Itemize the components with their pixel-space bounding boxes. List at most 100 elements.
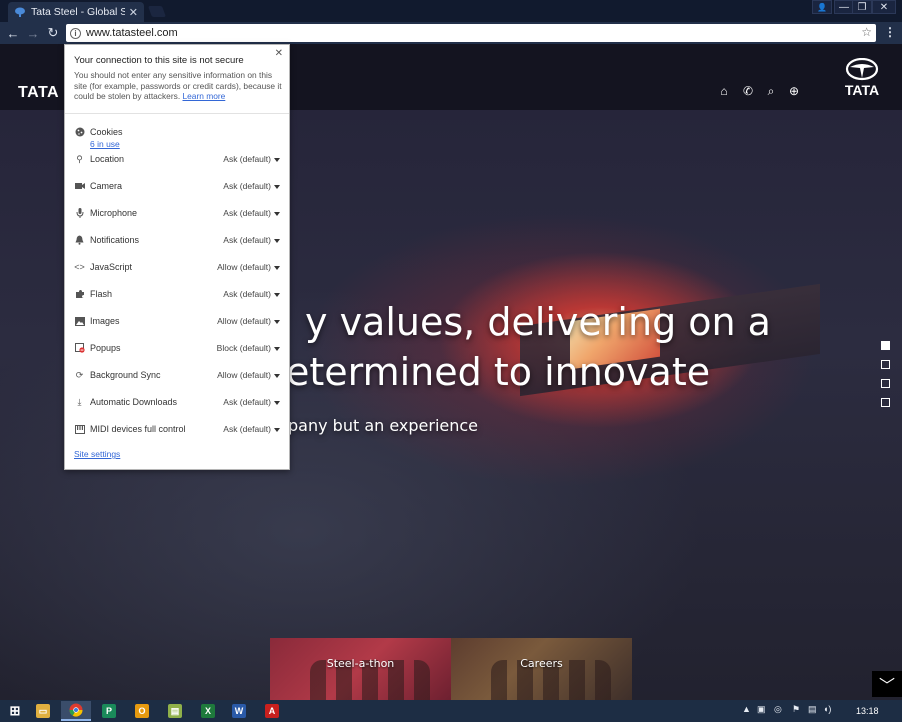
slide-dot-1[interactable] xyxy=(881,341,890,350)
back-button[interactable]: ← xyxy=(5,25,21,41)
reload-button[interactable]: ↻ xyxy=(45,25,61,41)
permission-row-javascript: <> JavaScript Allow (default) xyxy=(74,260,280,274)
cookies-in-use-link[interactable]: 6 in use xyxy=(90,139,120,149)
file-explorer-icon: ▭ xyxy=(36,704,50,718)
permission-row-camera: Camera Ask (default) xyxy=(74,179,280,193)
scroll-down-chevron-icon[interactable]: ﹀ xyxy=(872,671,902,697)
popup-blocked-icon xyxy=(74,343,85,354)
slide-dot-3[interactable] xyxy=(881,379,890,388)
chrome-menu-icon[interactable]: ⋮ xyxy=(884,25,896,39)
cookies-row: Cookies xyxy=(74,125,280,139)
tata-t-emblem-icon xyxy=(845,57,879,81)
site-info-icon[interactable]: i xyxy=(70,27,81,39)
download-icon: ⤓ xyxy=(77,396,82,407)
tray-flag-icon[interactable]: ⚑ xyxy=(792,704,800,715)
learn-more-link[interactable]: Learn more xyxy=(182,91,225,101)
permission-dropdown[interactable]: Allow (default) xyxy=(217,262,280,272)
popup-title: Your connection to this site is not secu… xyxy=(74,55,244,66)
careers-tile[interactable]: Careers xyxy=(451,638,632,700)
dropdown-caret-icon xyxy=(274,400,280,405)
taskbar-app-publisher[interactable]: P xyxy=(94,701,124,721)
tray-chrome-icon[interactable]: ◎ xyxy=(774,704,782,715)
taskbar-app-word[interactable]: W xyxy=(224,701,254,721)
taskbar-app-pdf[interactable]: A xyxy=(257,701,287,721)
windows-logo-icon: ⊞ xyxy=(9,703,21,718)
permission-dropdown[interactable]: Ask (default) xyxy=(223,208,280,218)
bell-icon xyxy=(74,235,85,246)
permission-dropdown[interactable]: Ask (default) xyxy=(223,154,280,164)
permission-label: Flash xyxy=(90,289,113,299)
minimize-button[interactable]: — xyxy=(834,0,854,14)
user-profile-button[interactable]: 👤 xyxy=(812,0,832,14)
start-button[interactable]: ⊞ xyxy=(0,701,30,721)
tab-strip: Tata Steel - Global Steel ✕ 👤 — ❐ ✕ xyxy=(0,0,902,22)
permission-dropdown[interactable]: Ask (default) xyxy=(223,424,280,434)
taskbar-app-chrome[interactable] xyxy=(61,701,91,721)
taskbar-app-folder[interactable]: ▤ xyxy=(160,701,190,721)
slide-dot-4[interactable] xyxy=(881,398,890,407)
taskbar-app-excel[interactable]: X xyxy=(193,701,223,721)
site-settings-link[interactable]: Site settings xyxy=(74,449,120,459)
permission-label: MIDI devices full control xyxy=(90,424,186,434)
close-window-button[interactable]: ✕ xyxy=(872,0,896,14)
permission-row-microphone: Microphone Ask (default) xyxy=(74,206,280,220)
dropdown-caret-icon xyxy=(274,292,280,297)
tray-overflow-icon[interactable]: ▲ xyxy=(742,704,751,714)
tray-network-icon[interactable]: ▤ xyxy=(808,704,817,715)
taskbar-app-outlook[interactable]: O xyxy=(127,701,157,721)
permission-label: Location xyxy=(90,154,125,164)
url-text[interactable]: www.tatasteel.com xyxy=(86,27,178,39)
permission-dropdown[interactable]: Allow (default) xyxy=(217,316,280,326)
permission-dropdown[interactable]: Ask (default) xyxy=(223,289,280,299)
dropdown-caret-icon xyxy=(274,427,280,432)
restore-button[interactable]: ❐ xyxy=(852,0,872,14)
permission-label: Notifications xyxy=(90,235,140,245)
dropdown-caret-icon xyxy=(274,238,280,243)
permission-dropdown[interactable]: Ask (default) xyxy=(223,235,280,245)
dropdown-caret-icon xyxy=(274,319,280,324)
tab-close-icon[interactable]: ✕ xyxy=(129,6,138,19)
permission-dropdown[interactable]: Ask (default) xyxy=(223,181,280,191)
home-icon[interactable]: ⌂ xyxy=(717,84,731,98)
tray-volume-icon[interactable]: ◖) xyxy=(823,704,831,714)
search-icon[interactable]: ⌕ xyxy=(764,84,778,98)
permission-dropdown[interactable]: Block (default) xyxy=(217,343,280,353)
taskbar-clock[interactable]: 13:18 xyxy=(856,706,879,716)
dropdown-caret-icon xyxy=(274,265,280,270)
browser-tab[interactable]: Tata Steel - Global Steel ✕ xyxy=(8,2,144,22)
chrome-icon xyxy=(69,703,83,717)
camera-icon xyxy=(74,181,85,192)
permission-row-flash: Flash Ask (default) xyxy=(74,287,280,301)
globe-icon[interactable]: ⊕ xyxy=(787,84,801,98)
folder-icon: ▤ xyxy=(168,704,182,718)
tata-wordmark-logo[interactable]: TATA xyxy=(18,84,59,102)
word-icon: W xyxy=(232,704,246,718)
tray-app-icon[interactable]: ▣ xyxy=(757,704,766,715)
permission-row-midi: MIDI devices full control Ask (default) xyxy=(74,422,280,436)
tata-emblem-logo[interactable]: TATA xyxy=(840,57,884,98)
permission-label: Automatic Downloads xyxy=(90,397,178,407)
sync-icon: ⟳ xyxy=(75,369,84,380)
hero-headline-line-1: y values, delivering on a xyxy=(305,300,771,344)
slide-dot-2[interactable] xyxy=(881,360,890,369)
phone-icon[interactable]: ✆ xyxy=(741,84,755,98)
new-tab-button[interactable] xyxy=(147,6,167,17)
dropdown-caret-icon xyxy=(274,211,280,216)
address-bar[interactable]: i www.tatasteel.com ☆ xyxy=(66,24,876,42)
microphone-icon xyxy=(74,208,85,219)
taskbar-app-file-explorer[interactable]: ▭ xyxy=(28,701,58,721)
tata-emblem-wordmark: TATA xyxy=(844,82,880,98)
cookies-label: Cookies xyxy=(90,127,123,137)
steel-a-thon-tile[interactable]: Steel-a-thon xyxy=(270,638,451,700)
permission-dropdown[interactable]: Ask (default) xyxy=(223,397,280,407)
tile-label: Steel-a-thon xyxy=(326,657,395,670)
permission-row-images: Images Allow (default) xyxy=(74,314,280,328)
bookmark-star-icon[interactable]: ☆ xyxy=(861,25,872,39)
dropdown-caret-icon xyxy=(274,373,280,378)
dropdown-caret-icon xyxy=(274,157,280,162)
forward-button[interactable]: → xyxy=(25,25,41,41)
popup-close-icon[interactable]: ✕ xyxy=(275,48,283,59)
permission-dropdown[interactable]: Allow (default) xyxy=(217,370,280,380)
tata-favicon-icon xyxy=(14,6,26,18)
outlook-icon: O xyxy=(135,704,149,718)
